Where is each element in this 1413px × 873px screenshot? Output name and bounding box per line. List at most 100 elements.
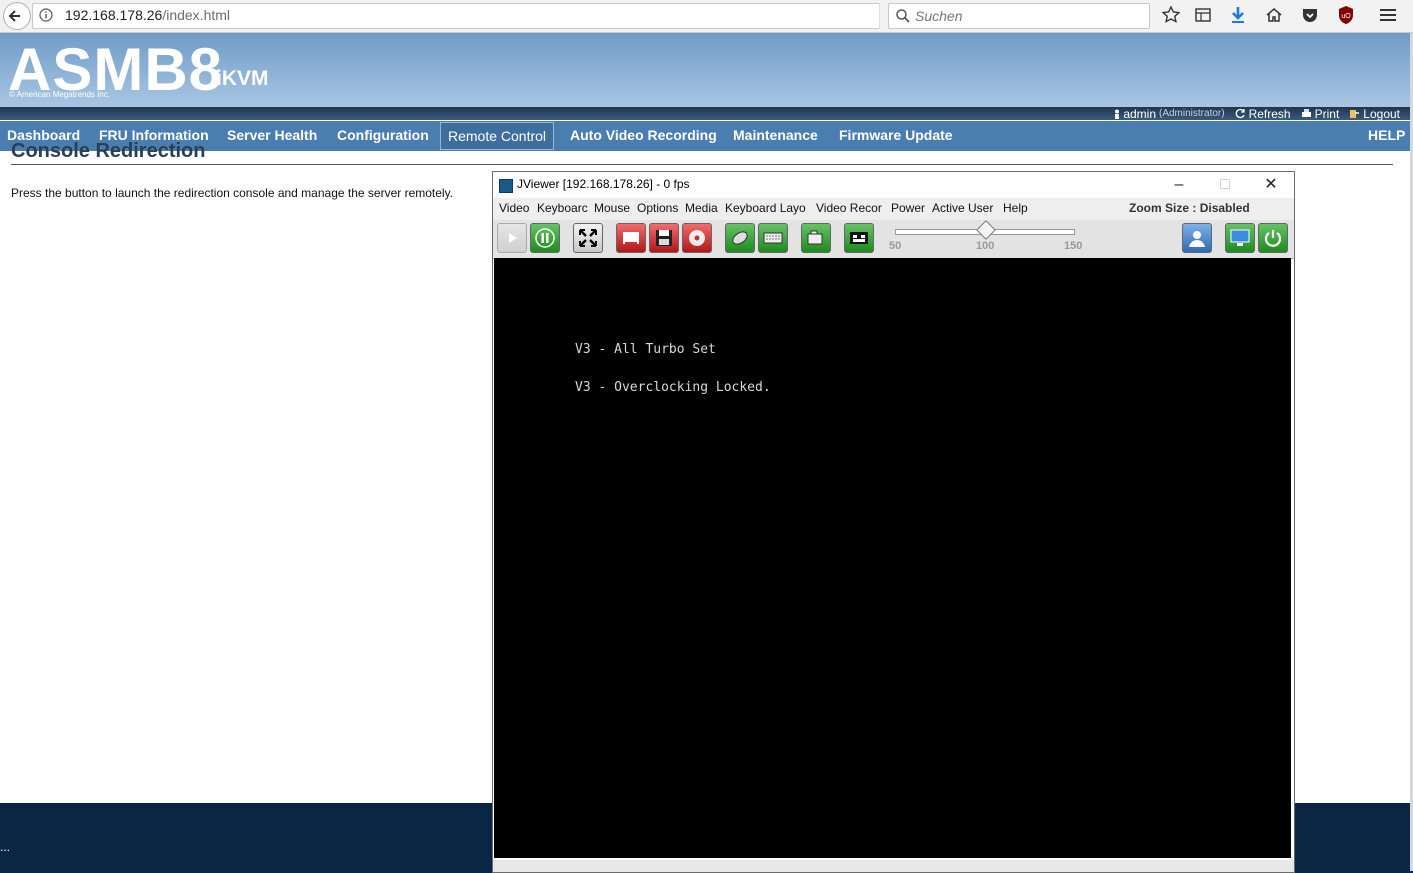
svg-text:uO: uO <box>1341 13 1351 20</box>
menu-server-health[interactable]: Server Health <box>220 121 324 151</box>
power-icon <box>1264 230 1282 247</box>
keyboard-button[interactable] <box>758 223 788 253</box>
monitor-icon <box>1230 229 1250 246</box>
url-text[interactable]: 192.168.178.26/index.html <box>65 7 230 23</box>
jv-menu-mouse[interactable]: Mouse <box>594 201 630 215</box>
url-path: /index.html <box>162 7 231 23</box>
console-line: V3 - All Turbo Set <box>575 342 716 357</box>
mouse-button[interactable] <box>725 223 755 253</box>
zoom-size-caption: Zoom Size : <box>1129 201 1197 215</box>
page-title: Console Redirection <box>11 140 206 162</box>
play-button[interactable] <box>497 223 527 253</box>
zoom-tick-150: 150 <box>1064 240 1083 252</box>
pocket-icon[interactable] <box>1299 4 1321 26</box>
jviewer-titlebar[interactable]: JViewer [192.168.178.26] - 0 fps – □ ✕ <box>493 172 1294 198</box>
user-icon <box>1189 231 1205 247</box>
console-line: V3 - Overclocking Locked. <box>575 380 771 395</box>
zoom-size-label: Zoom Size : Disabled <box>1129 201 1250 215</box>
info-icon[interactable] <box>39 8 53 22</box>
menu-firmware-update[interactable]: Firmware Update <box>832 121 960 151</box>
jv-menu-video[interactable]: Video <box>499 201 529 215</box>
refresh-link[interactable]: Refresh <box>1235 106 1291 121</box>
user-info: admin (Administrator) <box>1114 106 1225 121</box>
title-divider <box>11 164 1393 165</box>
jviewer-menubar: Video Keyboarc Mouse Options Media Keybo… <box>493 198 1294 220</box>
minimize-button[interactable]: – <box>1156 172 1202 198</box>
maximize-button[interactable]: □ <box>1202 172 1248 198</box>
search-placeholder: Suchen <box>915 8 963 24</box>
bookmark-star-icon[interactable] <box>1160 4 1182 26</box>
play-icon <box>509 233 517 243</box>
hamburger-menu-icon[interactable] <box>1377 4 1399 26</box>
username: admin <box>1123 106 1156 121</box>
fullscreen-button[interactable] <box>573 223 603 253</box>
active-user-button[interactable] <box>1182 223 1212 253</box>
url-bar[interactable]: 192.168.178.26/index.html <box>32 3 901 29</box>
search-icon <box>896 9 910 23</box>
jviewer-statusbar <box>493 860 1294 872</box>
jv-menu-keyboard[interactable]: Keyboarc <box>537 201 588 215</box>
pause-button[interactable] <box>530 223 560 253</box>
close-button[interactable]: ✕ <box>1248 172 1294 198</box>
jv-menu-video-record[interactable]: Video Recor <box>816 201 886 215</box>
mouse-icon <box>732 231 748 245</box>
print-label: Print <box>1314 106 1340 121</box>
power-button[interactable] <box>1258 223 1288 253</box>
library-icon[interactable] <box>1192 4 1214 26</box>
video-record-button[interactable] <box>801 223 831 253</box>
keyboard-icon <box>763 232 783 244</box>
back-button[interactable] <box>3 2 31 30</box>
video-record-icon <box>807 230 823 245</box>
jv-menu-help[interactable]: Help <box>1003 201 1028 215</box>
user-links: admin (Administrator) Refresh Print Logo… <box>1114 106 1400 121</box>
disk-redirect-button[interactable] <box>649 223 679 253</box>
main-menu: Dashboard FRU Information Server Health … <box>0 121 1410 151</box>
zoom-size-value: Disabled <box>1199 201 1250 215</box>
hotkeys-icon <box>850 232 868 244</box>
cd-redirect-button[interactable] <box>682 223 712 253</box>
back-arrow-icon <box>8 10 20 22</box>
page-description: Press the button to launch the redirecti… <box>11 186 454 200</box>
host-display-button[interactable] <box>1225 223 1255 253</box>
download-icon[interactable] <box>1227 4 1249 26</box>
taskbar-text: ... <box>0 840 11 854</box>
floppy-redirect-button[interactable] <box>616 223 646 253</box>
fullscreen-icon <box>579 229 597 247</box>
user-role: (Administrator) <box>1159 108 1225 119</box>
print-link[interactable]: Print <box>1301 106 1340 121</box>
browser-toolbar: 192.168.178.26/index.html Suchen uO <box>0 0 1413 33</box>
logo-subtitle: iKVM <box>216 67 269 90</box>
logout-link[interactable]: Logout <box>1349 106 1400 121</box>
url-host: 192.168.178.26 <box>65 7 163 23</box>
logout-icon <box>1350 110 1360 118</box>
refresh-label: Refresh <box>1248 106 1291 121</box>
jv-menu-active-user[interactable]: Active User <box>932 201 993 215</box>
menu-remote-control[interactable]: Remote Control <box>440 122 555 150</box>
jv-menu-power[interactable]: Power <box>891 201 927 215</box>
ublock-shield-icon[interactable]: uO <box>1335 4 1357 26</box>
print-icon <box>1301 109 1311 117</box>
hotkeys-button[interactable] <box>844 223 874 253</box>
home-icon[interactable] <box>1263 4 1285 26</box>
jviewer-window: JViewer [192.168.178.26] - 0 fps – □ ✕ V… <box>492 171 1295 873</box>
menu-help[interactable]: HELP <box>1361 121 1412 151</box>
user-icon <box>1115 109 1120 119</box>
menu-auto-video-recording[interactable]: Auto Video Recording <box>563 121 724 151</box>
floppy-drive-icon <box>623 232 639 244</box>
jv-menu-media[interactable]: Media <box>685 201 718 215</box>
pause-icon <box>535 228 555 248</box>
zoom-tick-100: 100 <box>976 240 995 252</box>
search-input[interactable]: Suchen <box>888 3 1150 29</box>
logout-label: Logout <box>1363 106 1400 121</box>
menu-configuration[interactable]: Configuration <box>330 121 436 151</box>
cd-icon <box>689 230 705 246</box>
jv-menu-options[interactable]: Options <box>637 201 678 215</box>
refresh-icon <box>1235 108 1245 119</box>
jv-menu-keyboard-layout[interactable]: Keyboard Layo <box>725 201 810 215</box>
remote-console-screen[interactable]: V3 - All Turbo Set V3 - Overclocking Loc… <box>494 258 1291 858</box>
menu-maintenance[interactable]: Maintenance <box>726 121 825 151</box>
zoom-tick-50: 50 <box>889 240 902 252</box>
floppy-disk-icon <box>656 230 672 246</box>
jviewer-title: JViewer [192.168.178.26] - 0 fps <box>517 177 690 191</box>
page-header: ASMB8 iKVM © American Megatrends Inc. <box>0 33 1410 107</box>
